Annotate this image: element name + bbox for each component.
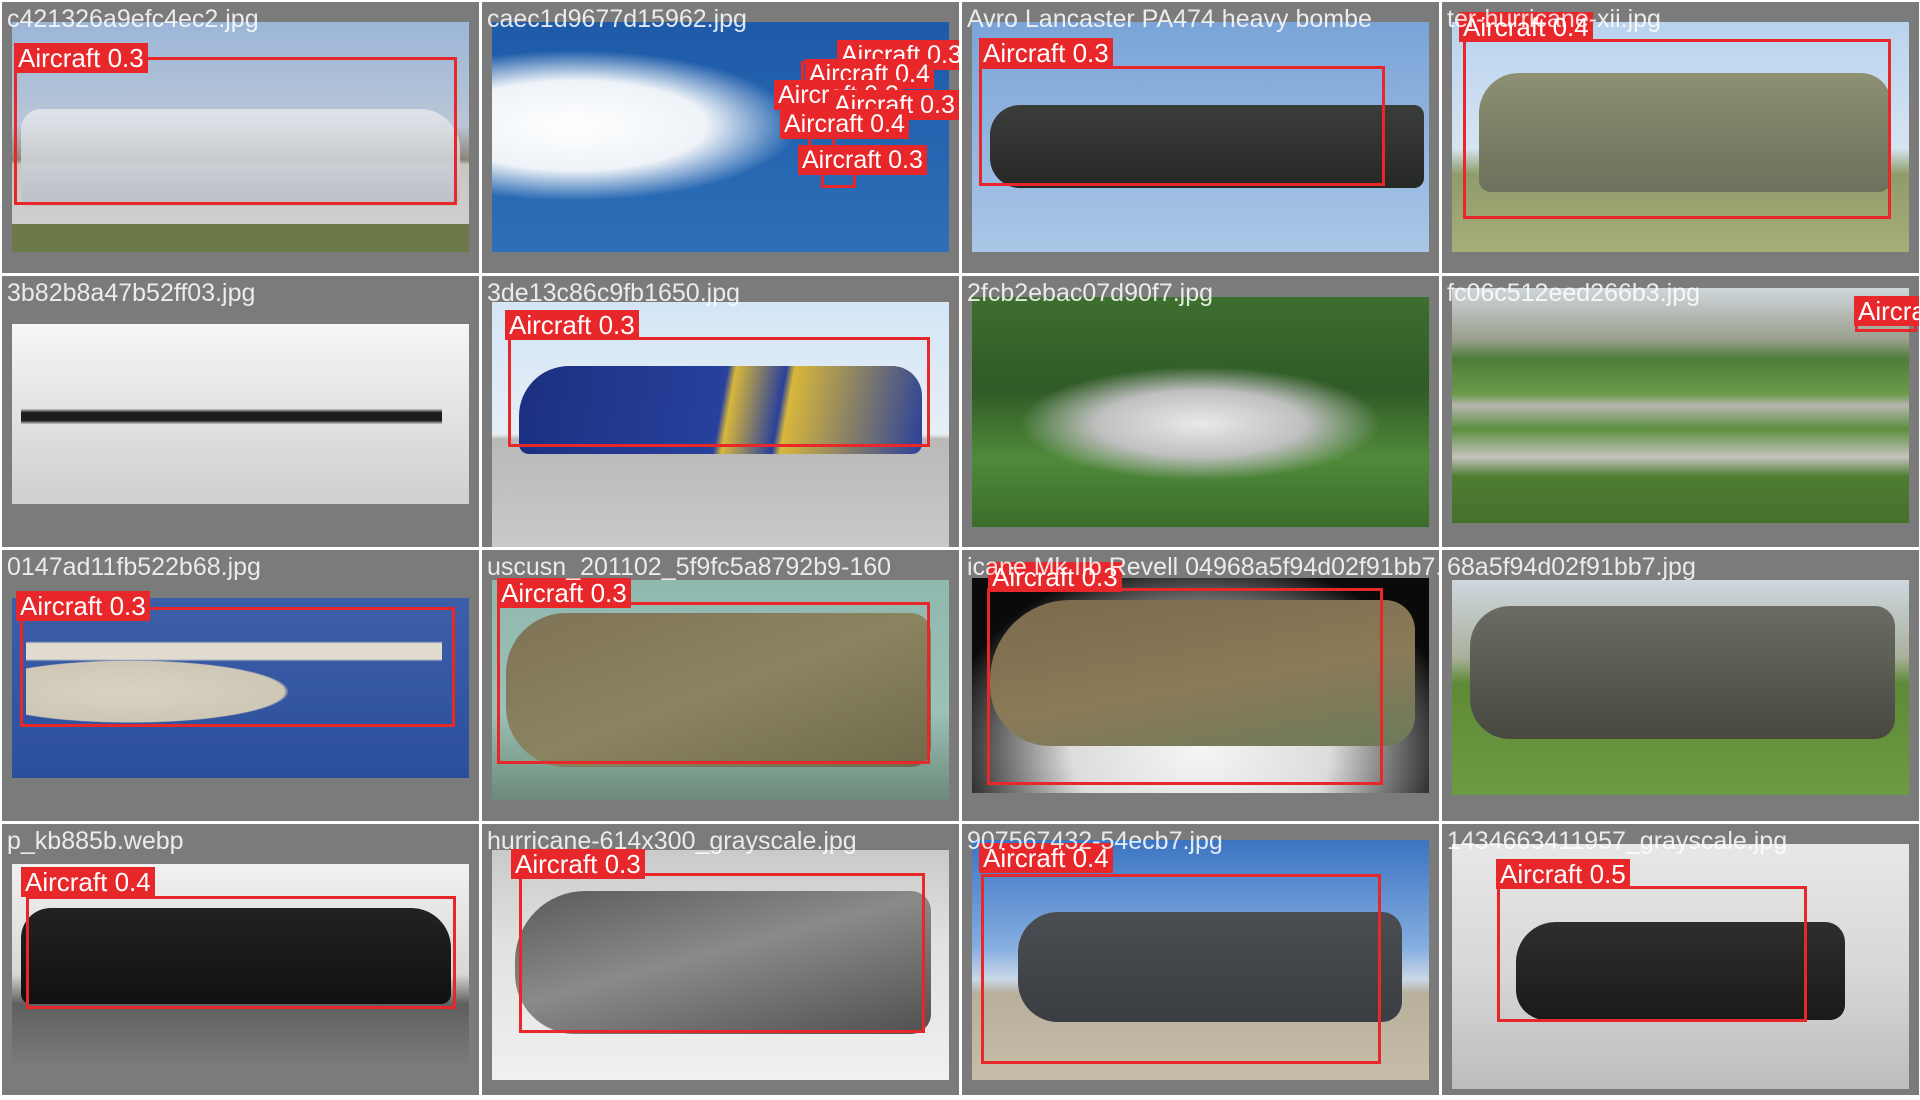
filename-label: 0147ad11fb522b68.jpg	[7, 553, 261, 581]
image-tile[interactable]: Avro Lancaster PA474 heavy bombe Aircraf…	[962, 2, 1439, 273]
filename-label: p_kb885b.webp	[7, 827, 184, 855]
filename-label: 68a5f94d02f91bb7.jpg	[1447, 553, 1696, 581]
detection-label: Aircraft 0.4	[780, 109, 909, 139]
filename-label: c421326a9efc4ec2.jpg	[7, 5, 259, 33]
detection-label: Aircraft 0.3	[16, 591, 150, 621]
detection-label: Aircraft 0.4	[21, 867, 155, 897]
image-thumbnail	[1452, 580, 1909, 795]
image-tile[interactable]: 907567432-54ecb7.jpg Aircraft 0.4	[962, 824, 1439, 1095]
image-tile[interactable]: c421326a9efc4ec2.jpg Aircraft 0.3	[2, 2, 479, 273]
image-tile[interactable]: fc06c512eed266b3.jpg Aircra	[1442, 276, 1919, 547]
filename-label: 3b82b8a47b52ff03.jpg	[7, 279, 256, 307]
image-tile[interactable]: hurricane-614x300_grayscale.jpg Aircraft…	[482, 824, 959, 1095]
filename-label: hurricane-614x300_grayscale.jpg	[487, 827, 857, 855]
image-tile[interactable]: caec1d9677d15962.jpg Aircraft 0.3 Aircra…	[482, 2, 959, 273]
filename-label: 3de13c86c9fb1650.jpg	[487, 279, 741, 307]
bounding-box	[26, 896, 456, 1009]
detection-label: Aircraft 0.3	[497, 578, 631, 608]
image-thumbnail	[972, 297, 1429, 527]
detection-label: Aircraft 0.3	[14, 43, 148, 73]
image-tile[interactable]: 1434663411957_grayscale.jpg Aircraft 0.5	[1442, 824, 1919, 1095]
detection-label: Aircra	[1854, 296, 1919, 326]
image-tile[interactable]: 0147ad11fb522b68.jpg Aircraft 0.3	[2, 550, 479, 821]
bounding-box	[519, 873, 925, 1033]
filename-label: 1434663411957_grayscale.jpg	[1447, 827, 1788, 855]
detection-label: Aircraft 0.3	[505, 310, 639, 340]
image-tile[interactable]: ter-hurricane-xii.jpg Aircraft 0.4	[1442, 2, 1919, 273]
detection-grid: c421326a9efc4ec2.jpg Aircraft 0.3 caec1d…	[0, 0, 1920, 1100]
filename-label: icane Mk.IIb Revell 04968a5f94d02f91bb7.…	[967, 553, 1439, 581]
detection-label: Aircraft 0.3	[979, 38, 1113, 68]
bounding-box	[20, 607, 455, 727]
filename-label: Avro Lancaster PA474 heavy bombe	[967, 5, 1372, 33]
image-tile[interactable]: 3b82b8a47b52ff03.jpg	[2, 276, 479, 547]
filename-label: uscusn_201102_5f9fc5a8792b9-160	[487, 553, 892, 581]
bounding-box	[508, 337, 930, 447]
image-tile[interactable]: icane Mk.IIb Revell 04968a5f94d02f91bb7.…	[962, 550, 1439, 821]
bounding-box	[981, 874, 1381, 1064]
image-tile[interactable]: 2fcb2ebac07d90f7.jpg	[962, 276, 1439, 547]
image-tile[interactable]: 3de13c86c9fb1650.jpg Aircraft 0.3	[482, 276, 959, 547]
filename-label: fc06c512eed266b3.jpg	[1447, 279, 1701, 307]
detection-label: Aircraft 0.5	[1496, 859, 1630, 889]
bounding-box	[987, 588, 1383, 785]
bounding-box	[14, 57, 457, 205]
image-tile[interactable]: uscusn_201102_5f9fc5a8792b9-160 Aircraft…	[482, 550, 959, 821]
image-tile[interactable]: 68a5f94d02f91bb7.jpg	[1442, 550, 1919, 821]
filename-label: 2fcb2ebac07d90f7.jpg	[967, 279, 1214, 307]
bounding-box	[1497, 886, 1807, 1022]
image-thumbnail	[1452, 288, 1909, 523]
filename-label: ter-hurricane-xii.jpg	[1447, 5, 1661, 33]
bounding-box	[497, 602, 930, 764]
bounding-box	[1463, 39, 1891, 219]
detection-label: Aircraft 0.3	[798, 145, 927, 175]
filename-label: 907567432-54ecb7.jpg	[967, 827, 1223, 855]
image-tile[interactable]: p_kb885b.webp Aircraft 0.4	[2, 824, 479, 1095]
bounding-box	[979, 66, 1385, 186]
filename-label: caec1d9677d15962.jpg	[487, 5, 747, 33]
image-thumbnail	[12, 324, 469, 504]
